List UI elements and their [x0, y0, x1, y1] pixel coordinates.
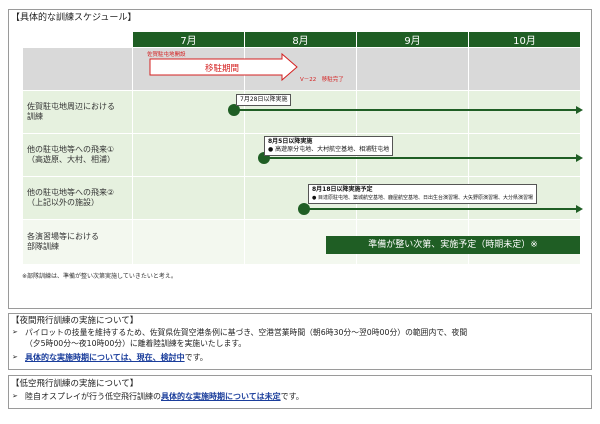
low-altitude-title: 【低空飛行訓練の実施について】: [11, 379, 139, 389]
prep-banner: 準備が整い次第、実施予定（時期未定）※: [326, 236, 580, 254]
callout-row3-title: 8月18日以降実施予定: [312, 186, 373, 193]
low-timing-link[interactable]: 具体的な実施時期については未定: [161, 392, 281, 401]
night-bullet-2-suffix: です。: [184, 353, 208, 362]
footnote: ※部隊訓練は、準備が整い次第実施していきたいと考え。: [22, 273, 177, 280]
bullet-arrow-icon: ➢: [12, 353, 18, 361]
night-bullet-1-line1: パイロットの技量を維持するため、佐賀県佐賀空港条例に基づき、空港営業時間（朝6時…: [25, 328, 468, 337]
arrowhead-row1: [576, 106, 583, 114]
low-bullet-1: ➢ 陸自オスプレイが行う低空飛行訓練の具体的な実施時期については未定です。: [12, 391, 592, 403]
deploy-complete-label: V－22 移駐完了: [300, 77, 344, 83]
timeline-dot-row3: [298, 203, 310, 215]
bullet-arrow-icon: ➢: [12, 328, 18, 336]
timeline-line-row2: [265, 157, 576, 159]
night-bullet-2: ➢ 具体的な実施時期については、現在、検討中です。: [12, 352, 592, 364]
callout-row2-detail: ● 高遊原分屯地、大村航空基地、相浦駐屯地: [268, 146, 390, 153]
night-timing-link[interactable]: 具体的な実施時期については、現在、検討中: [25, 353, 185, 362]
low-bullet-prefix: 陸自オスプレイが行う低空飛行訓練の: [25, 392, 161, 401]
callout-row2-title: 8月5日以降実施: [268, 138, 313, 145]
arrowhead-row2: [576, 154, 583, 162]
callout-row3-detail: ● 目達原駐屯地、築城航空基地、鹿屋航空基地、日出生台演習場、大矢野原演習場、大…: [312, 195, 533, 201]
callout-row1-text: 7月28日以降実施: [240, 96, 288, 103]
callout-row3: 8月18日以降実施予定 ● 目達原駐屯地、築城航空基地、鹿屋航空基地、日出生台演…: [308, 184, 537, 204]
night-bullet-1: ➢ パイロットの技量を維持するため、佐賀県佐賀空港条例に基づき、空港営業時間（朝…: [12, 327, 592, 349]
night-bullet-1-line2: （夕5時00分～夜10時00分）に離着陸訓練を実施いたします。: [25, 339, 247, 348]
callout-row1: 7月28日以降実施: [236, 94, 292, 106]
deploy-period-label: 移駐期間: [205, 64, 240, 74]
bullet-arrow-icon: ➢: [12, 392, 18, 400]
timeline-line-row3: [305, 208, 576, 210]
callout-row2: 8月5日以降実施 ● 高遊原分屯地、大村航空基地、相浦駐屯地: [264, 136, 394, 156]
arrowhead-row3: [576, 205, 583, 213]
timeline-line-row1: [234, 109, 576, 111]
night-training-title: 【夜間飛行訓練の実施について】: [11, 316, 139, 326]
low-bullet-suffix: です。: [280, 392, 304, 401]
